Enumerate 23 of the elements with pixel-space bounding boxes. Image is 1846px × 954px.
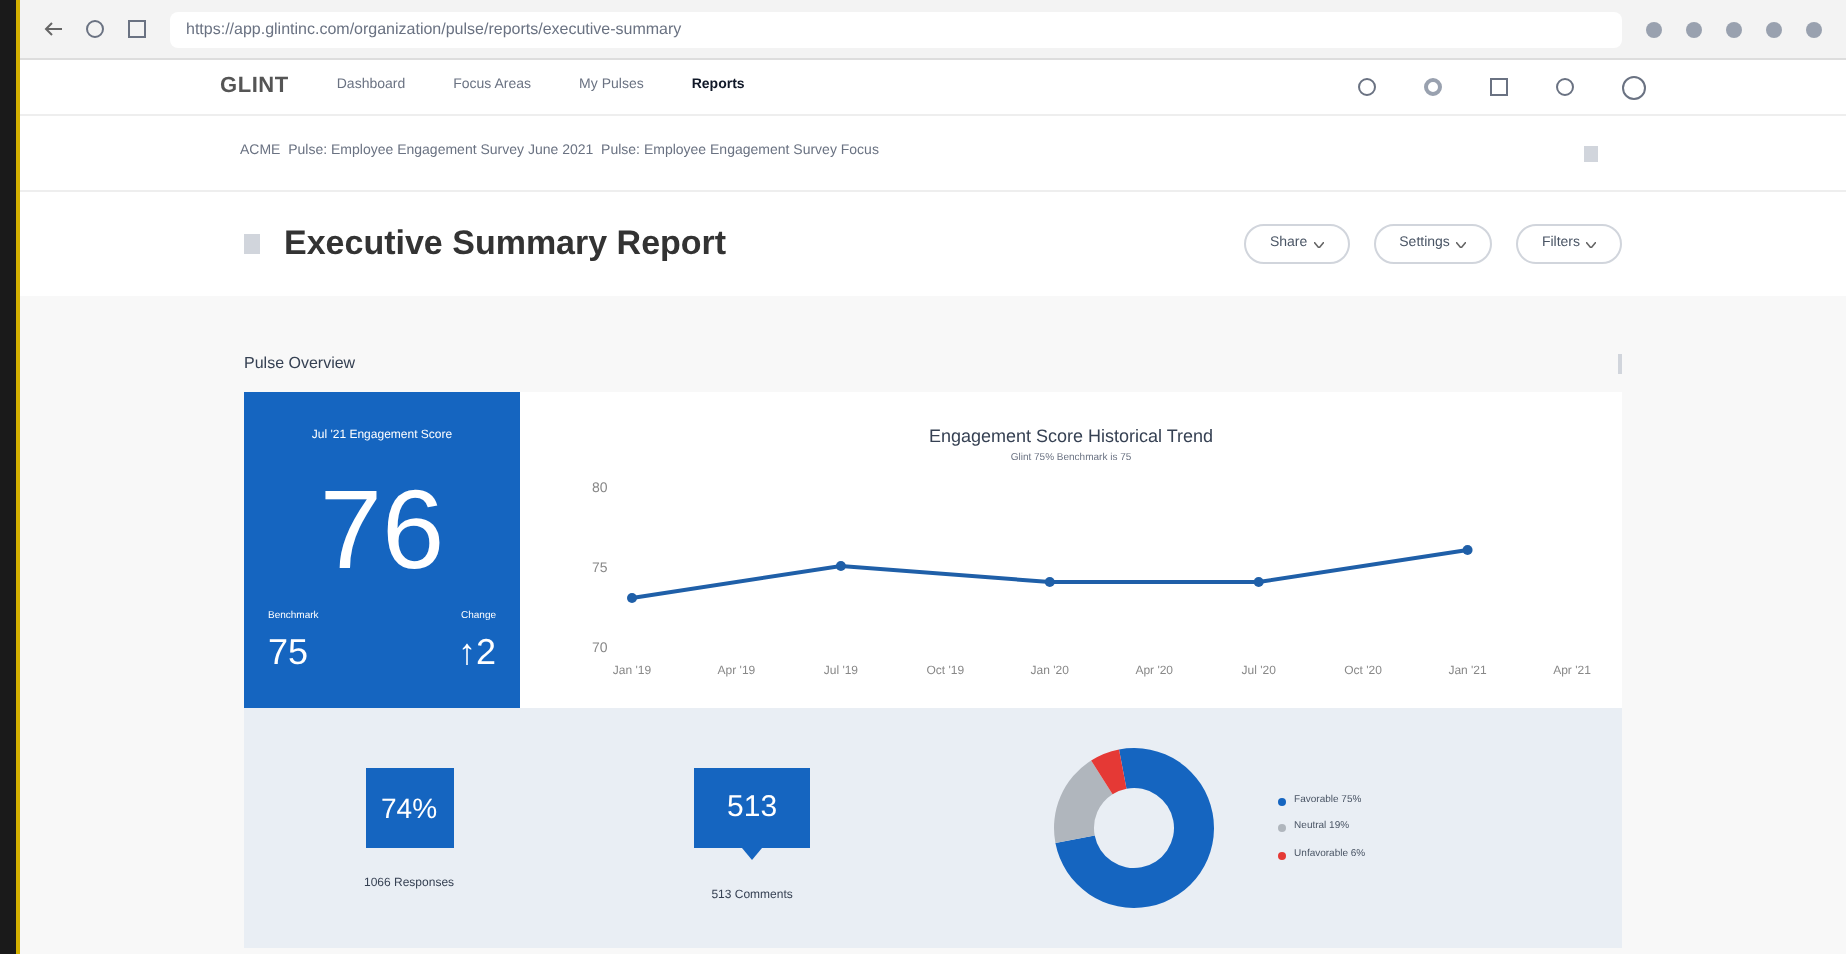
data-point [626,593,636,603]
data-point [834,561,845,571]
score-value: 76 [319,474,445,586]
caret-icon [1455,241,1466,247]
data-point [1252,577,1263,587]
back-icon[interactable] [44,22,62,36]
change-value: ↑2 [457,629,496,675]
toolbar-icon[interactable] [1726,21,1742,37]
caret-icon [1313,241,1324,247]
address-bar[interactable]: https://app.glintinc.com/organization/pulse/reports/executive-summary [170,11,1622,47]
percent-tile: 74% [365,768,454,848]
logo[interactable]: GLINT [220,70,289,104]
caret-icon [1586,241,1596,247]
benchmark-value: 75 [268,629,309,675]
section-title: Pulse Overview [244,352,356,376]
chart-title: Engagement Score Historical Trend [928,424,1214,450]
toolbar-icon[interactable] [1806,21,1822,37]
data-point [1461,545,1472,555]
toolbar-icon[interactable] [1766,21,1782,37]
toolbar-icon[interactable] [1686,21,1702,37]
toolbar-icon[interactable] [1646,21,1662,37]
data-point [1043,577,1054,587]
page-title: Executive Summary Report [284,222,727,267]
